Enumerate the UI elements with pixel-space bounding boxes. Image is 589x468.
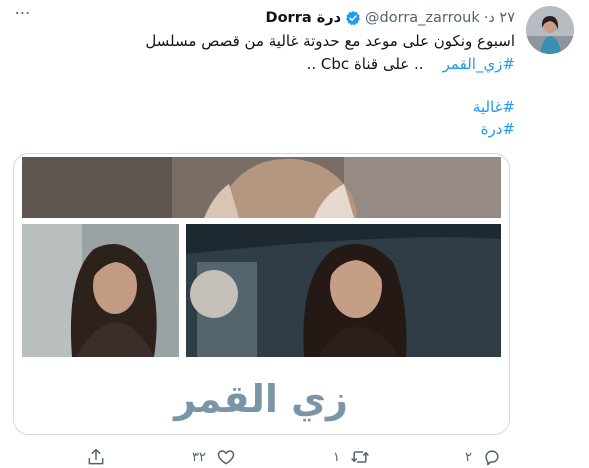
verified-badge-icon bbox=[345, 10, 361, 26]
poster-title-art: زي القمر bbox=[172, 377, 348, 421]
share-icon bbox=[88, 448, 104, 465]
media-card[interactable]: زي القمر bbox=[13, 153, 510, 435]
tweet-text-line-1: اسبوع ونكون على موعد مع حدوتة غالية من ق… bbox=[145, 32, 515, 50]
hashtag-link[interactable]: #درة bbox=[45, 118, 515, 140]
share-button[interactable] bbox=[86, 446, 106, 468]
reply-count: ٢ bbox=[465, 449, 472, 465]
tweet-text-line-2: #زي_القمر .. على قناة Cbc .. bbox=[45, 53, 515, 75]
separator-dot: · bbox=[483, 10, 489, 26]
action-bar: ٣٢ ١ ٢ bbox=[0, 446, 589, 468]
retweet-button[interactable]: ١ bbox=[333, 446, 370, 468]
reply-button[interactable]: ٢ bbox=[465, 446, 502, 468]
retweet-count: ١ bbox=[333, 449, 340, 465]
user-handle[interactable]: @dorra_zarrouk bbox=[365, 10, 480, 26]
like-count: ٣٢ bbox=[192, 449, 206, 465]
reply-icon bbox=[485, 450, 499, 466]
retweet-icon bbox=[351, 451, 369, 463]
tweet-header: درة Dorra @dorra_zarrouk · ٢٧ د bbox=[263, 8, 515, 28]
tweet[interactable]: ⋯ درة Dorra @dorra_zarrouk · ٢٧ د اسبوع … bbox=[0, 0, 589, 468]
hashtag-link[interactable]: #زي_القمر bbox=[443, 55, 515, 73]
more-options-icon[interactable]: ⋯ bbox=[12, 5, 34, 22]
tweet-text-rest: .. على قناة Cbc .. bbox=[306, 55, 424, 73]
like-button[interactable]: ٣٢ bbox=[192, 446, 236, 468]
poster-image: زي القمر bbox=[14, 154, 509, 434]
heart-icon bbox=[217, 450, 235, 465]
avatar[interactable] bbox=[526, 6, 574, 54]
display-name[interactable]: درة Dorra bbox=[266, 10, 342, 26]
hashtag-link[interactable]: #غالية bbox=[45, 96, 515, 118]
timestamp[interactable]: ٢٧ د bbox=[488, 10, 515, 26]
